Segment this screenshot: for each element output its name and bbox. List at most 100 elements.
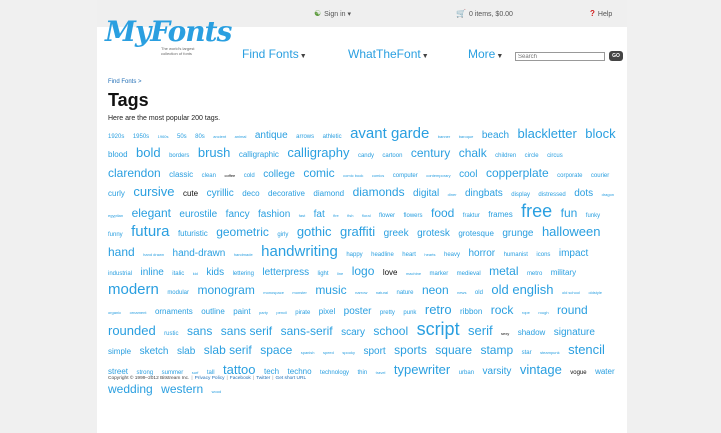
tag-link[interactable]: futura: [131, 223, 169, 240]
tag-link[interactable]: kids: [206, 267, 224, 278]
tag-link[interactable]: hand drawn: [143, 252, 164, 257]
tag-link[interactable]: horror: [468, 248, 495, 259]
tag-link[interactable]: digital: [413, 188, 439, 199]
tag-link[interactable]: poster: [344, 306, 372, 317]
tag-link[interactable]: urban: [459, 370, 474, 376]
tag-link[interactable]: script: [417, 319, 460, 339]
tag-link[interactable]: flower: [379, 213, 395, 219]
tag-link[interactable]: blackletter: [518, 126, 577, 141]
tag-link[interactable]: hand: [108, 245, 135, 259]
tag-link[interactable]: tech: [264, 367, 279, 376]
tag-link[interactable]: tall: [207, 370, 215, 376]
tag-link[interactable]: brush: [198, 145, 231, 160]
tag-link[interactable]: egyptian: [108, 213, 123, 218]
tag-link[interactable]: contemporary: [426, 173, 450, 178]
tag-link[interactable]: cartoon: [382, 153, 402, 159]
tag-link[interactable]: fancy: [226, 209, 250, 220]
tag-link[interactable]: food: [431, 206, 454, 220]
tag-link[interactable]: diamond: [313, 189, 344, 198]
tag-link[interactable]: pixel: [319, 307, 335, 316]
tag-link[interactable]: sexy: [501, 331, 509, 336]
tag-link[interactable]: modern: [108, 281, 159, 298]
tag-link[interactable]: organic: [108, 310, 121, 315]
tag-link[interactable]: greek: [384, 228, 409, 239]
tag-link[interactable]: spooky: [342, 350, 355, 355]
tag-link[interactable]: diner: [448, 192, 457, 197]
tag-link[interactable]: natural: [376, 290, 388, 295]
tag-link[interactable]: italic: [172, 271, 184, 277]
tag-link[interactable]: news: [457, 290, 466, 295]
tag-link[interactable]: impact: [559, 248, 588, 259]
tag-link[interactable]: clarendon: [108, 166, 161, 180]
tag-link[interactable]: round: [557, 303, 588, 317]
tag-link[interactable]: handwriting: [261, 243, 338, 260]
twitter-link[interactable]: Twitter: [256, 376, 270, 381]
tag-link[interactable]: banner: [438, 134, 450, 139]
tag-link[interactable]: summer: [162, 370, 184, 376]
tag-link[interactable]: scary: [341, 327, 365, 338]
tag-link[interactable]: baroque: [459, 134, 474, 139]
tag-link[interactable]: curly: [108, 189, 125, 198]
tag-link[interactable]: funky: [586, 213, 600, 219]
tag-link[interactable]: comics: [372, 173, 384, 178]
tag-link[interactable]: heavy: [444, 252, 460, 258]
tag-link[interactable]: pirate: [295, 310, 310, 316]
sign-in-link[interactable]: ☯ Sign in ▾: [314, 9, 351, 18]
tag-link[interactable]: gothic: [297, 224, 332, 239]
tag-link[interactable]: distressed: [538, 192, 565, 198]
tag-link[interactable]: flowers: [404, 213, 423, 219]
tag-link[interactable]: 80s: [195, 134, 205, 140]
tag-link[interactable]: heart: [402, 252, 416, 258]
tag-link[interactable]: medieval: [457, 271, 481, 277]
tag-link[interactable]: grotesque: [458, 229, 494, 238]
tag-link[interactable]: cyrillic: [207, 188, 234, 199]
tag-link[interactable]: clean: [202, 173, 216, 179]
tag-link[interactable]: grotesk: [417, 228, 450, 239]
tag-link[interactable]: water: [595, 367, 615, 376]
tag-link[interactable]: grunge: [502, 228, 533, 239]
tag-link[interactable]: sans: [187, 324, 212, 338]
search-input[interactable]: [515, 52, 605, 61]
tag-link[interactable]: stencil: [568, 342, 605, 357]
tag-link[interactable]: signature: [554, 327, 595, 338]
tag-link[interactable]: star: [522, 350, 532, 356]
tag-link[interactable]: children: [495, 153, 516, 159]
tag-link[interactable]: cold: [244, 173, 255, 179]
tag-link[interactable]: pencil: [276, 310, 286, 315]
tag-link[interactable]: humanist: [504, 252, 528, 258]
tag-link[interactable]: cool: [459, 169, 477, 180]
tag-link[interactable]: free: [521, 201, 552, 221]
tag-link[interactable]: kid: [193, 271, 198, 276]
tag-link[interactable]: vogue: [570, 370, 586, 376]
tag-link[interactable]: deco: [242, 189, 259, 198]
tag-link[interactable]: 1920s: [108, 134, 124, 140]
tag-link[interactable]: candy: [358, 153, 374, 159]
tag-link[interactable]: dragon: [602, 192, 614, 197]
tag-link[interactable]: display: [511, 192, 530, 198]
tag-link[interactable]: chalk: [459, 146, 487, 160]
tag-link[interactable]: frames: [488, 210, 512, 219]
tag-link[interactable]: blood: [108, 150, 128, 159]
tag-link[interactable]: wood: [212, 389, 222, 394]
tag-link[interactable]: 1960s: [158, 134, 169, 139]
tag-link[interactable]: inline: [140, 267, 163, 278]
tag-link[interactable]: retro: [425, 302, 452, 317]
tag-link[interactable]: tattoo: [223, 362, 256, 377]
tag-link[interactable]: techno: [288, 367, 312, 376]
tag-link[interactable]: machine: [406, 271, 421, 276]
tag-link[interactable]: ornament: [130, 310, 147, 315]
tag-link[interactable]: speed: [323, 350, 334, 355]
tag-link[interactable]: metro: [527, 271, 542, 277]
tag-link[interactable]: happy: [346, 252, 362, 258]
tag-link[interactable]: love: [383, 268, 398, 277]
tag-link[interactable]: slab: [177, 346, 195, 357]
tag-link[interactable]: circus: [547, 153, 563, 159]
tag-link[interactable]: geometric: [216, 225, 269, 239]
tag-link[interactable]: corporate: [557, 173, 582, 179]
tag-link[interactable]: courier: [591, 173, 609, 179]
tag-link[interactable]: slab serif: [204, 343, 252, 357]
tag-link[interactable]: line: [337, 271, 343, 276]
tag-link[interactable]: outline: [201, 307, 225, 316]
tag-link[interactable]: sans-serif: [281, 324, 333, 338]
tag-link[interactable]: modular: [167, 290, 189, 296]
